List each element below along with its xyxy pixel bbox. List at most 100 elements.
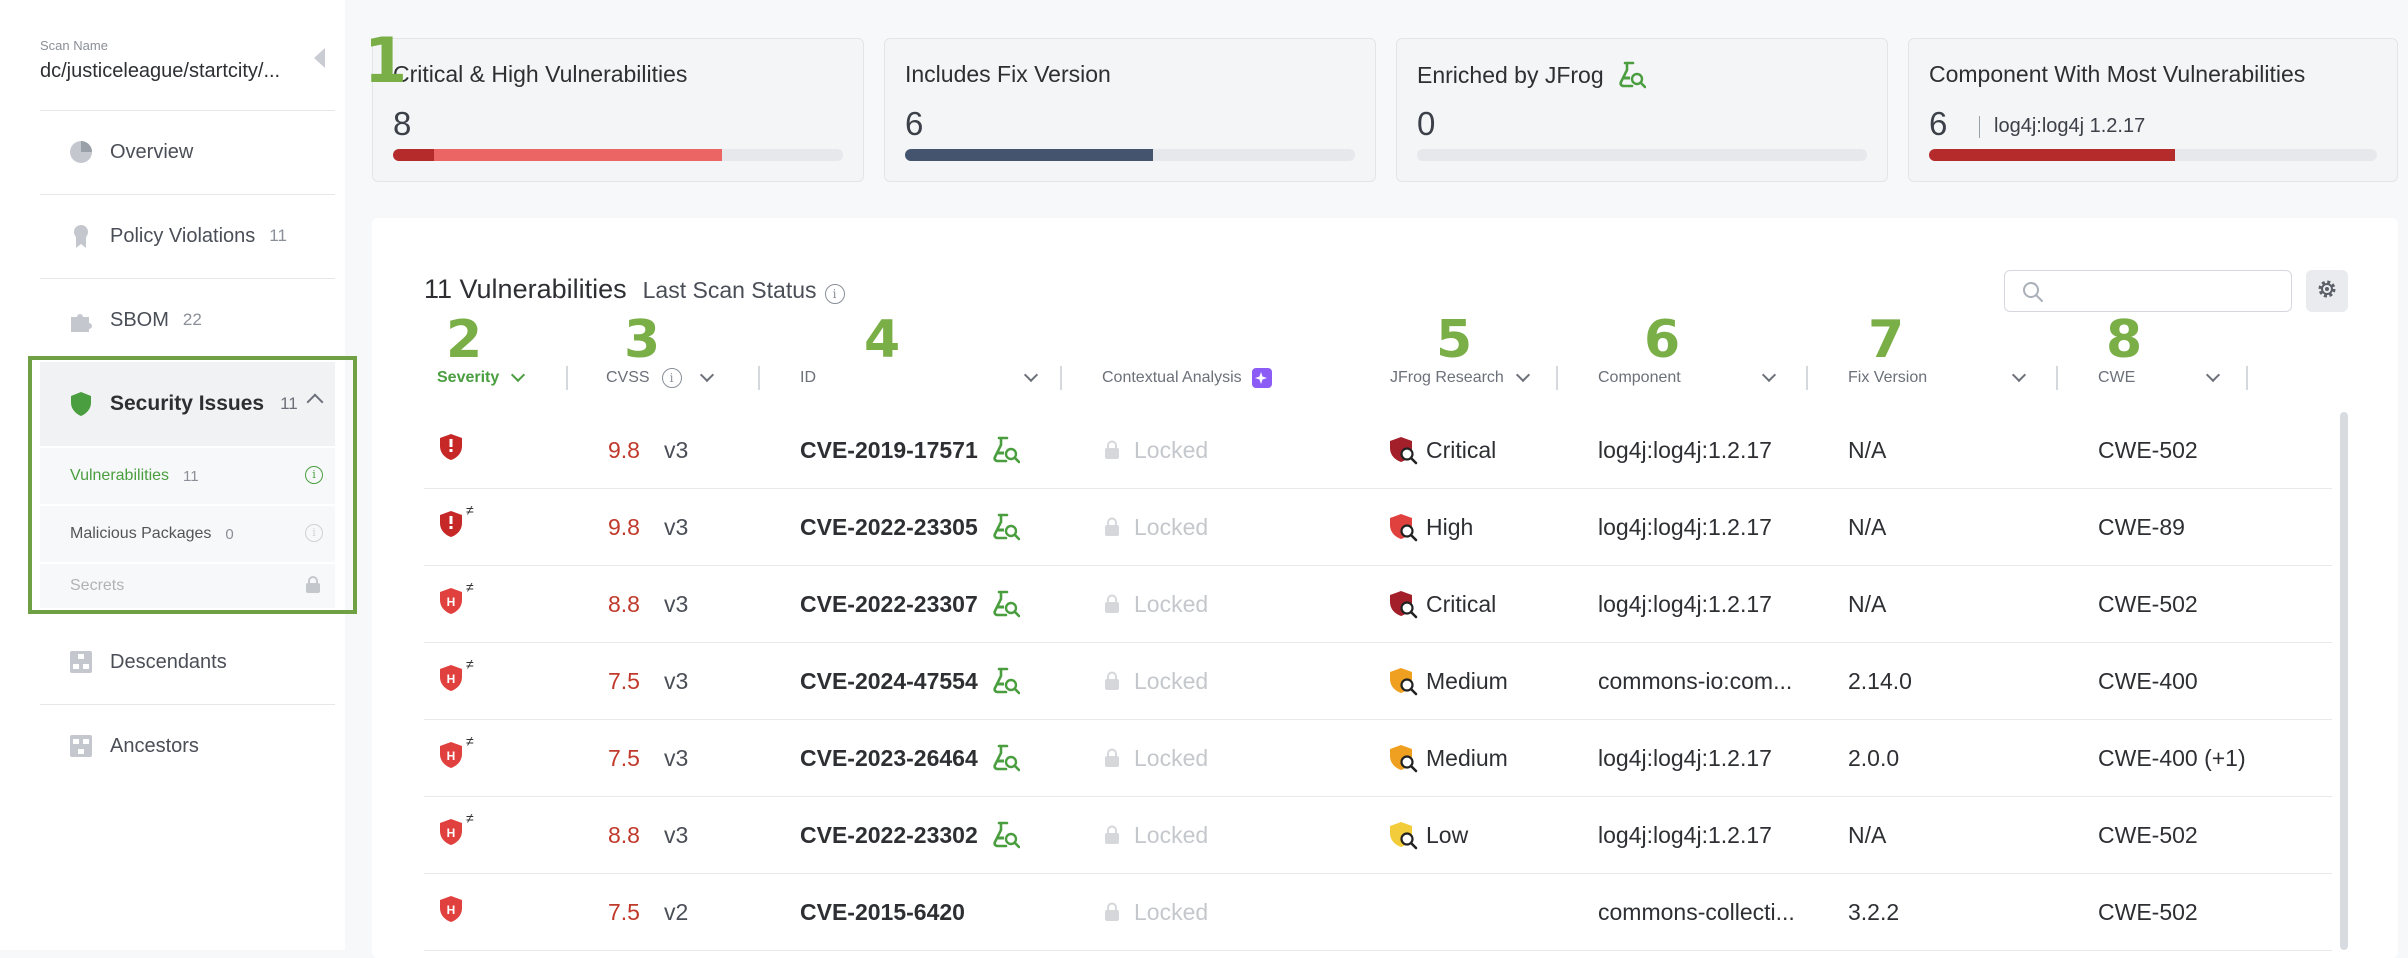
column-divider[interactable] <box>1556 366 1558 390</box>
fix-version-cell: 2.14.0 <box>1848 643 1912 719</box>
jfrog-research-icon <box>992 590 1020 618</box>
research-severity: High <box>1426 513 1474 540</box>
cve-id[interactable]: CVE-2015-6420 <box>800 899 965 926</box>
card-title: Enriched by JFrog <box>1417 61 1604 88</box>
fix-version: 2.14.0 <box>1848 667 1912 694</box>
column-header-contextual-analysis[interactable]: Contextual Analysis <box>1102 366 1272 390</box>
table-settings-button[interactable] <box>2306 270 2348 312</box>
research-severity-icon <box>1388 743 1418 773</box>
contextual-status: Locked <box>1134 436 1209 463</box>
cvss-cell: 9.8 v3 <box>608 412 688 488</box>
column-divider[interactable] <box>2056 366 2058 390</box>
cve-id[interactable]: CVE-2022-23302 <box>800 822 978 849</box>
column-header-fix-version[interactable]: Fix Version <box>1848 366 2027 390</box>
card-title-wrap: Enriched by JFrog <box>1417 61 1646 89</box>
table-row[interactable]: ≠ 9.8 v3 CVE-2022-23305 Locked High log4j:log4… <box>424 489 2332 566</box>
column-divider[interactable] <box>2246 366 2248 390</box>
cvss-score: 8.8 <box>608 590 640 617</box>
table-row[interactable]: H ≠ 7.5 v3 CVE-2024-47554 Locked Medium commons… <box>424 643 2332 720</box>
contextual-analysis-cell: Locked <box>1104 412 1208 488</box>
component-name: log4j:log4j:1.2.17 <box>1598 744 1772 771</box>
cvss-score: 7.5 <box>608 898 640 925</box>
cwe: CWE-502 <box>2098 898 2198 925</box>
research-severity-icon <box>1388 512 1418 542</box>
lock-icon <box>1104 671 1120 691</box>
column-divider[interactable] <box>758 366 760 390</box>
research-severity: Medium <box>1426 667 1508 694</box>
column-header-jfrog-research[interactable]: JFrog Research <box>1390 366 1530 390</box>
sidebar-item-descendants[interactable]: Descendants <box>40 632 335 692</box>
research-severity: Low <box>1426 821 1469 848</box>
scan-name-label: Scan Name <box>40 38 108 53</box>
sidebar-item-ancestors[interactable]: Ancestors <box>40 716 335 776</box>
cve-id[interactable]: CVE-2019-17571 <box>800 437 978 464</box>
table-row[interactable]: H ≠ 7.5 v3 CVE-2023-26464 Locked Medium log4j:l… <box>424 720 2332 797</box>
jfrog-research-icon <box>992 744 1020 772</box>
lock-icon <box>1104 440 1120 460</box>
column-header-label: Fix Version <box>1848 369 1928 386</box>
sidebar-item-sbom[interactable]: SBOM 22 <box>40 290 335 350</box>
table-row[interactable]: H ≠ 8.8 v3 CVE-2022-23307 Locked Critical log4j… <box>424 566 2332 643</box>
not-equal-icon: ≠ <box>466 810 474 826</box>
search-icon <box>2021 280 2045 309</box>
fix-version: N/A <box>1848 513 1887 540</box>
fix-version: N/A <box>1848 590 1887 617</box>
column-header-id[interactable]: ID <box>800 366 1039 390</box>
chevron-down-icon <box>511 367 526 383</box>
cvss-version: v3 <box>663 821 689 848</box>
not-equal-icon: ≠ <box>466 502 474 518</box>
column-header-component[interactable]: Component <box>1598 366 1777 390</box>
column-header-cwe[interactable]: CWE <box>2098 366 2221 390</box>
card-critical-high[interactable]: Critical & High Vulnerabilities 8 <box>372 38 864 182</box>
column-header-label: Severity <box>437 369 500 386</box>
search-input[interactable] <box>2055 279 2279 305</box>
research-severity-icon <box>1388 589 1418 619</box>
critical-severity-icon: ≠ <box>438 502 474 544</box>
jfrog-research-cell: Critical <box>1388 412 1496 488</box>
not-equal-icon: ≠ <box>466 733 474 749</box>
column-header-label: Component <box>1598 369 1681 386</box>
divider <box>40 278 335 279</box>
high-severity-icon: H ≠ <box>438 733 474 775</box>
column-header-severity[interactable]: Severity <box>437 366 526 390</box>
sidebar-item-policy-violations[interactable]: Policy Violations 11 <box>40 206 335 266</box>
cwe-cell: CWE-502 <box>2098 566 2198 642</box>
component-cell: log4j:log4j:1.2.17 <box>1598 720 1772 796</box>
collapse-sidebar-icon[interactable] <box>314 48 325 68</box>
column-divider[interactable] <box>566 366 568 390</box>
cve-id[interactable]: CVE-2024-47554 <box>800 668 978 695</box>
jfrog-research-icon <box>992 513 1020 541</box>
cwe-cell: CWE-400 (+1) <box>2098 720 2246 796</box>
research-severity: Critical <box>1426 436 1497 463</box>
cve-id[interactable]: CVE-2022-23305 <box>800 514 978 541</box>
not-equal-icon: ≠ <box>466 579 474 595</box>
card-fix-version[interactable]: Includes Fix Version 6 <box>884 38 1376 182</box>
sidebar-item-overview[interactable]: Overview <box>40 122 335 182</box>
progress-bar-segment <box>393 149 434 161</box>
card-enriched-jfrog[interactable]: Enriched by JFrog 0 <box>1396 38 1888 182</box>
cvss-cell: 8.8 v3 <box>608 797 688 873</box>
column-divider[interactable] <box>1806 366 1808 390</box>
progress-bar-segment <box>905 149 1153 161</box>
table-row[interactable]: H ≠ 8.8 v3 CVE-2022-23302 Locked Low log4j:log4… <box>424 797 2332 874</box>
column-divider[interactable] <box>1060 366 1062 390</box>
divider <box>40 704 335 705</box>
annotation-label: 5 <box>1436 310 1473 370</box>
svg-text:H: H <box>447 595 456 609</box>
table-scrollbar[interactable] <box>2340 412 2348 950</box>
column-header-label: CWE <box>2098 369 2136 386</box>
table-row[interactable]: 9.8 v3 CVE-2019-17571 Locked Critical log4j:l… <box>424 412 2332 489</box>
contextual-status: Locked <box>1134 744 1209 771</box>
cve-id[interactable]: CVE-2023-26464 <box>800 745 978 772</box>
ribbon-icon <box>68 223 94 249</box>
scan-name: dc/justiceleague/startcity/... <box>40 60 281 82</box>
cwe-cell: CWE-502 <box>2098 874 2198 950</box>
column-header-cvss[interactable]: CVSS i <box>606 366 714 390</box>
cve-id[interactable]: CVE-2022-23307 <box>800 591 978 618</box>
cwe: CWE-502 <box>2098 436 2198 463</box>
info-icon[interactable]: i <box>824 284 845 304</box>
last-scan-status: Last Scan Status <box>642 277 817 303</box>
table-row[interactable]: H 7.5 v2 CVE-2015-6420 Locked commons-collect… <box>424 874 2332 951</box>
info-icon[interactable]: i <box>661 368 682 388</box>
card-component-most-vulns[interactable]: Component With Most Vulnerabilities 6 lo… <box>1908 38 2398 182</box>
